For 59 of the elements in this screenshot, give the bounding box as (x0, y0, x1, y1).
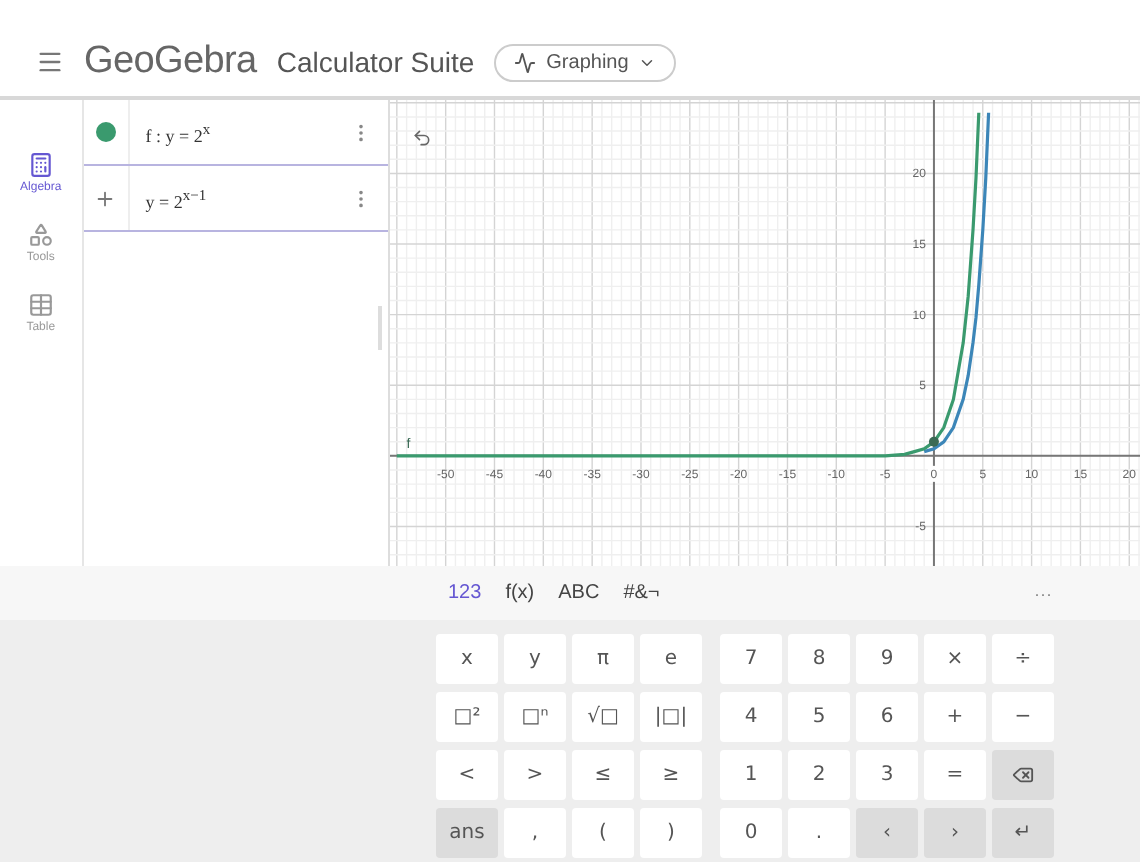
more-button[interactable]: ··· (1034, 583, 1052, 603)
keyboard-tab[interactable]: 123 (448, 582, 482, 604)
keyboard-key[interactable]: x (436, 634, 498, 684)
function-curve[interactable] (923, 112, 991, 454)
intersection-point[interactable] (928, 436, 939, 447)
keyboard-key[interactable]: ≥ (640, 750, 702, 800)
keyboard-key[interactable]: − (992, 692, 1054, 742)
keyboard-key[interactable]: = (924, 750, 986, 800)
keyboard-key[interactable]: e (640, 634, 702, 684)
keyboard-key[interactable]: 2 (788, 750, 850, 800)
graph-icon (514, 51, 537, 73)
keyboard-key[interactable]: □ⁿ (504, 692, 566, 742)
brand-title: GeoGebra (84, 40, 257, 84)
keyboard-key[interactable]: ( (572, 808, 634, 858)
keyboard-key[interactable]: ) (640, 808, 702, 858)
keyboard-key[interactable]: + (924, 692, 986, 742)
keyboard-key[interactable]: . (788, 808, 850, 858)
menu-icon[interactable] (36, 48, 64, 76)
keyboard-key[interactable]: ‹ (856, 808, 918, 858)
resize-handle[interactable] (378, 306, 382, 350)
keyboard-key[interactable]: 4 (720, 692, 782, 742)
calculator-icon (27, 152, 54, 178)
keyboard-key[interactable]: 1 (720, 750, 782, 800)
keyboard-key[interactable]: › (924, 808, 986, 858)
visibility-dot[interactable] (95, 122, 116, 142)
keyboard-key[interactable]: > (504, 750, 566, 800)
expression-text[interactable]: y = 2$^{x−1}$ (129, 185, 350, 211)
keyboard-key[interactable]: 8 (788, 634, 850, 684)
keyboard-key[interactable]: 9 (856, 634, 918, 684)
keyboard-key[interactable]: , (504, 808, 566, 858)
shapes-icon (27, 222, 54, 248)
keyboard-key[interactable]: 3 (856, 750, 918, 800)
keyboard-key[interactable]: 5 (788, 692, 850, 742)
keyboard-key[interactable]: < (436, 750, 498, 800)
keyboard-key[interactable]: × (924, 634, 986, 684)
keyboard-key[interactable]: ÷ (992, 634, 1054, 684)
app-switch-button[interactable]: Graphing (494, 43, 677, 81)
expression-text[interactable]: f : y = 2$^{x}$ (129, 119, 350, 145)
function-curve[interactable] (396, 112, 981, 458)
keyboard-key[interactable]: ↵ (992, 808, 1054, 858)
keyboard-key[interactable]: π (572, 634, 634, 684)
backspace-key[interactable] (992, 750, 1054, 800)
keyboard-key[interactable]: √□ (572, 692, 634, 742)
keyboard-tab[interactable]: #&¬ (623, 582, 660, 604)
product-title: Calculator Suite (276, 46, 475, 78)
keyboard-tab[interactable]: f(x) (505, 582, 535, 604)
keyboard-key[interactable]: ≤ (572, 750, 634, 800)
keyboard-key[interactable]: 0 (720, 808, 782, 858)
plus-icon[interactable] (94, 187, 117, 209)
keyboard-key[interactable]: ans (436, 808, 498, 858)
backspace-icon (1012, 764, 1034, 786)
keyboard-key[interactable]: |□| (640, 692, 702, 742)
table-icon (27, 292, 54, 318)
keyboard-key[interactable]: 7 (720, 634, 782, 684)
keyboard-key[interactable]: y (504, 634, 566, 684)
keyboard-key[interactable]: 6 (856, 692, 918, 742)
keyboard-tab[interactable]: ABC (558, 582, 600, 604)
keyboard-key[interactable]: □² (436, 692, 498, 742)
undo-icon[interactable] (412, 128, 432, 148)
